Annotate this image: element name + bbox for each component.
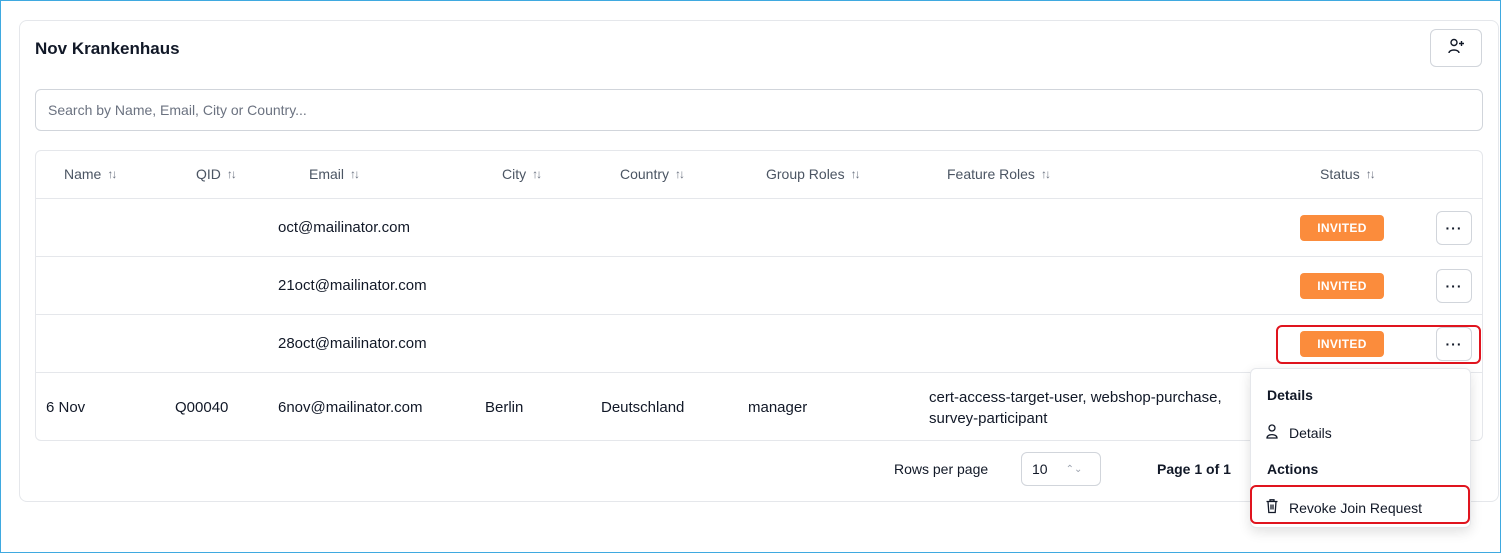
- column-header-qid[interactable]: QID ↑↓: [196, 165, 237, 183]
- user-plus-icon: [1447, 37, 1465, 60]
- row-divider: [36, 256, 1482, 257]
- cell-group-roles: manager: [748, 399, 808, 416]
- column-header-group-roles[interactable]: Group Roles ↑↓: [766, 165, 861, 183]
- sort-arrows-icon: ↑↓: [226, 167, 237, 181]
- highlight-box: [1250, 485, 1470, 524]
- add-user-button[interactable]: [1430, 29, 1482, 67]
- row-divider: [36, 314, 1482, 315]
- menu-item-details[interactable]: Details: [1265, 423, 1332, 443]
- page-indicator: Page 1 of 1: [1157, 461, 1231, 477]
- rows-per-page-select[interactable]: 10 ⌃⌄: [1021, 452, 1101, 486]
- column-header-country[interactable]: Country ↑↓: [620, 165, 685, 183]
- sort-arrows-icon: ↑↓: [350, 167, 360, 181]
- sort-arrows-icon: ↑↓: [1040, 167, 1051, 181]
- column-header-city[interactable]: City ↑↓: [502, 165, 542, 183]
- sort-arrows-icon: ↑↓: [1365, 167, 1376, 181]
- cell-city: Berlin: [485, 399, 524, 416]
- cell-qid: Q00040: [175, 399, 229, 416]
- rows-per-page-label: Rows per page: [894, 461, 989, 477]
- cell-name: 6 Nov: [46, 399, 86, 416]
- cell-email: 6nov@mailinator.com: [278, 399, 423, 416]
- column-header-feature-roles[interactable]: Feature Roles ↑↓: [947, 165, 1051, 183]
- status-badge: INVITED: [1300, 273, 1384, 299]
- cell-email: 28oct@mailinator.com: [278, 335, 427, 352]
- sort-arrows-icon: ↑↓: [107, 167, 117, 181]
- sort-arrows-icon: ↑↓: [532, 167, 542, 181]
- sort-arrows-icon: ↑↓: [675, 167, 685, 181]
- column-header-name[interactable]: Name ↑↓: [64, 165, 117, 183]
- menu-section-actions: Actions: [1267, 461, 1319, 477]
- sort-arrows-icon: ↑↓: [850, 167, 861, 181]
- search-input[interactable]: [35, 89, 1483, 131]
- highlight-box: [1276, 325, 1481, 364]
- cell-email: 21oct@mailinator.com: [278, 277, 427, 294]
- rows-per-page-value: 10: [1032, 461, 1048, 477]
- menu-section-details: Details: [1267, 387, 1313, 403]
- person-icon: [1265, 423, 1279, 443]
- page-title: Nov Krankenhaus: [35, 39, 180, 58]
- row-divider: [36, 198, 1482, 199]
- cell-feature-roles: cert-access-target-user, webshop-purchas…: [929, 389, 1222, 427]
- status-badge: INVITED: [1300, 215, 1384, 241]
- chevron-up-down-icon: ⌃⌄: [1065, 463, 1083, 475]
- cell-country: Deutschland: [601, 399, 685, 416]
- row-actions-button[interactable]: ···: [1436, 211, 1472, 245]
- column-header-status[interactable]: Status ↑↓: [1320, 165, 1376, 183]
- row-actions-button[interactable]: ···: [1436, 269, 1472, 303]
- cell-email: oct@mailinator.com: [278, 219, 410, 236]
- column-header-email[interactable]: Email ↑↓: [309, 165, 360, 183]
